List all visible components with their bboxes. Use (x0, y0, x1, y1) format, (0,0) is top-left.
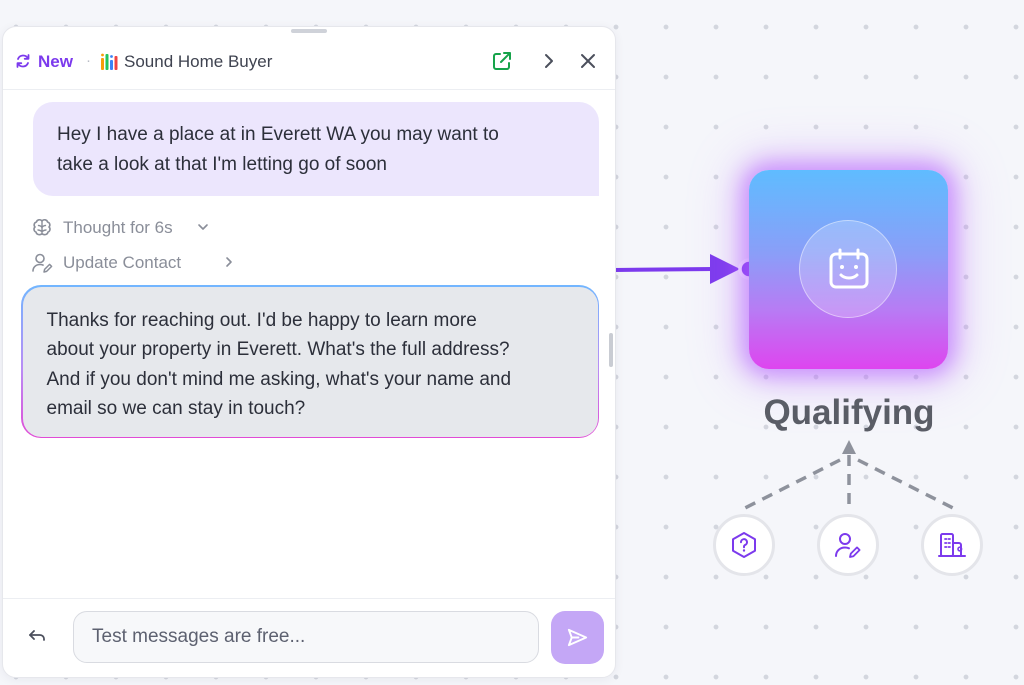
new-button[interactable]: New (38, 52, 73, 72)
message-input[interactable] (73, 611, 539, 663)
branch-edges (744, 455, 954, 510)
scrollbar[interactable] (609, 333, 613, 367)
thought-label: Thought for 6s (63, 218, 173, 237)
building-icon (938, 533, 966, 557)
node-icon-badge (799, 220, 897, 318)
assistant-message-body: Thanks for reaching out. I'd be happy to… (22, 286, 598, 437)
user-edit-icon (835, 533, 861, 558)
close-button[interactable] (575, 48, 601, 74)
close-icon (581, 54, 595, 68)
chat-footer (3, 598, 615, 677)
incoming-edge (613, 267, 715, 272)
message-line: Thanks for reaching out. I'd be happy to… (46, 309, 477, 331)
message-line: about your property in Everett. What's t… (46, 339, 510, 360)
message-line: email so we can stay in touch? (46, 398, 306, 419)
chevron-down-icon (198, 224, 208, 230)
chevron-right-icon (545, 54, 553, 68)
send-button[interactable] (551, 611, 604, 664)
brain-icon (33, 218, 51, 236)
bot-bars-icon (101, 53, 118, 70)
chevron-right-icon (226, 257, 232, 267)
node-label: Qualifying (763, 393, 935, 432)
message-line: Hey I have a place at in Everett WA you … (57, 124, 499, 145)
send-icon (567, 628, 588, 647)
calendar-smile-icon (829, 248, 869, 289)
user-edit-icon (32, 253, 53, 273)
open-external-icon (493, 52, 511, 70)
header-separator: · (86, 52, 91, 69)
property-sub-node[interactable] (921, 514, 983, 576)
undo-icon[interactable] (25, 623, 51, 649)
qualifying-node[interactable] (749, 170, 948, 369)
question-hexagon-icon (732, 532, 756, 558)
question-sub-node[interactable] (713, 514, 775, 576)
drag-handle[interactable] (291, 29, 327, 33)
branch-arrowhead (842, 440, 856, 454)
message-line: And if you don't mind me asking, what's … (46, 368, 512, 390)
action-label: Update Contact (63, 253, 182, 272)
assistant-message: Thanks for reaching out. I'd be happy to… (21, 285, 599, 438)
chat-header: New · Sound Home Buyer (3, 35, 615, 90)
thought-toggle[interactable]: Thought for 6s (31, 216, 221, 240)
update-contact-action[interactable]: Update Contact (31, 251, 241, 275)
message-line: take a look at that I'm letting go of so… (57, 154, 387, 175)
chat-panel: New · Sound Home Buyer Hey I have a plac… (2, 26, 616, 678)
contact-sub-node[interactable] (817, 514, 879, 576)
expand-button[interactable] (536, 48, 562, 74)
edge-arrowhead (710, 254, 740, 284)
open-external-button[interactable] (489, 48, 515, 74)
user-message: Hey I have a place at in Everett WA you … (33, 102, 599, 196)
refresh-icon[interactable] (15, 53, 31, 69)
agent-name: Sound Home Buyer (124, 52, 273, 71)
